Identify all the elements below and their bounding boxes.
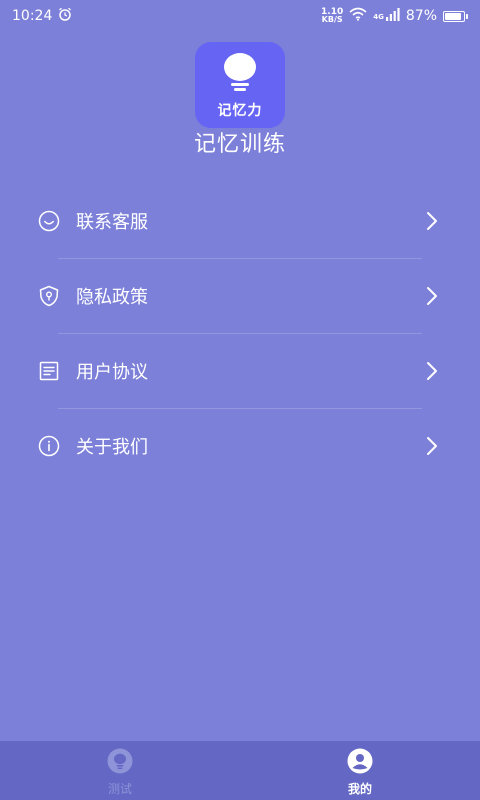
tab-test[interactable]: 测试 <box>0 741 240 800</box>
battery-fill <box>445 12 461 20</box>
chevron-right-icon <box>424 285 440 307</box>
menu-item-user-agreement[interactable]: 用户协议 <box>0 334 480 408</box>
battery-icon <box>443 10 468 22</box>
network-type: 4G <box>373 13 384 21</box>
menu-item-privacy-policy[interactable]: 隐私政策 <box>0 259 480 333</box>
alarm-icon <box>58 7 72 25</box>
smile-icon <box>38 210 60 232</box>
tab-label: 我的 <box>347 782 372 796</box>
tab-label: 测试 <box>107 782 132 796</box>
menu-item-label: 隐私政策 <box>76 287 148 308</box>
bulb-icon <box>221 52 259 96</box>
bulb-icon <box>107 748 133 778</box>
wifi-icon <box>349 7 367 25</box>
battery-percent: 87% <box>405 8 437 24</box>
menu-item-label: 关于我们 <box>76 437 148 458</box>
menu-item-contact-support[interactable]: 联系客服 <box>0 184 480 258</box>
menu-item-label: 用户协议 <box>76 362 148 383</box>
net-speed: 1.10 KB/S <box>321 8 343 24</box>
user-icon <box>347 748 373 778</box>
status-left: 10:24 <box>12 7 72 25</box>
settings-menu: 联系客服 隐私政策 用户协议 关于我们 <box>0 184 480 483</box>
chevron-right-icon <box>424 360 440 382</box>
shield-icon <box>38 285 60 307</box>
status-right: 1.10 KB/S 4G 87% <box>321 7 468 25</box>
menu-item-about-us[interactable]: 关于我们 <box>0 409 480 483</box>
app-name: 记忆训练 <box>193 132 286 157</box>
logo-text: 记忆力 <box>217 103 263 119</box>
status-time: 10:24 <box>12 8 53 24</box>
document-icon <box>38 360 60 382</box>
tab-mine[interactable]: 我的 <box>240 741 480 800</box>
info-icon <box>38 435 60 457</box>
bottom-tab-bar: 测试 我的 <box>0 741 480 800</box>
signal-icon <box>385 7 400 25</box>
chevron-right-icon <box>424 435 440 457</box>
app-logo: 记忆力 <box>195 42 285 128</box>
menu-item-label: 联系客服 <box>76 212 148 233</box>
net-speed-unit: KB/S <box>321 15 343 24</box>
status-bar: 10:24 1.10 KB/S 4G 87% <box>0 0 480 32</box>
chevron-right-icon <box>424 210 440 232</box>
